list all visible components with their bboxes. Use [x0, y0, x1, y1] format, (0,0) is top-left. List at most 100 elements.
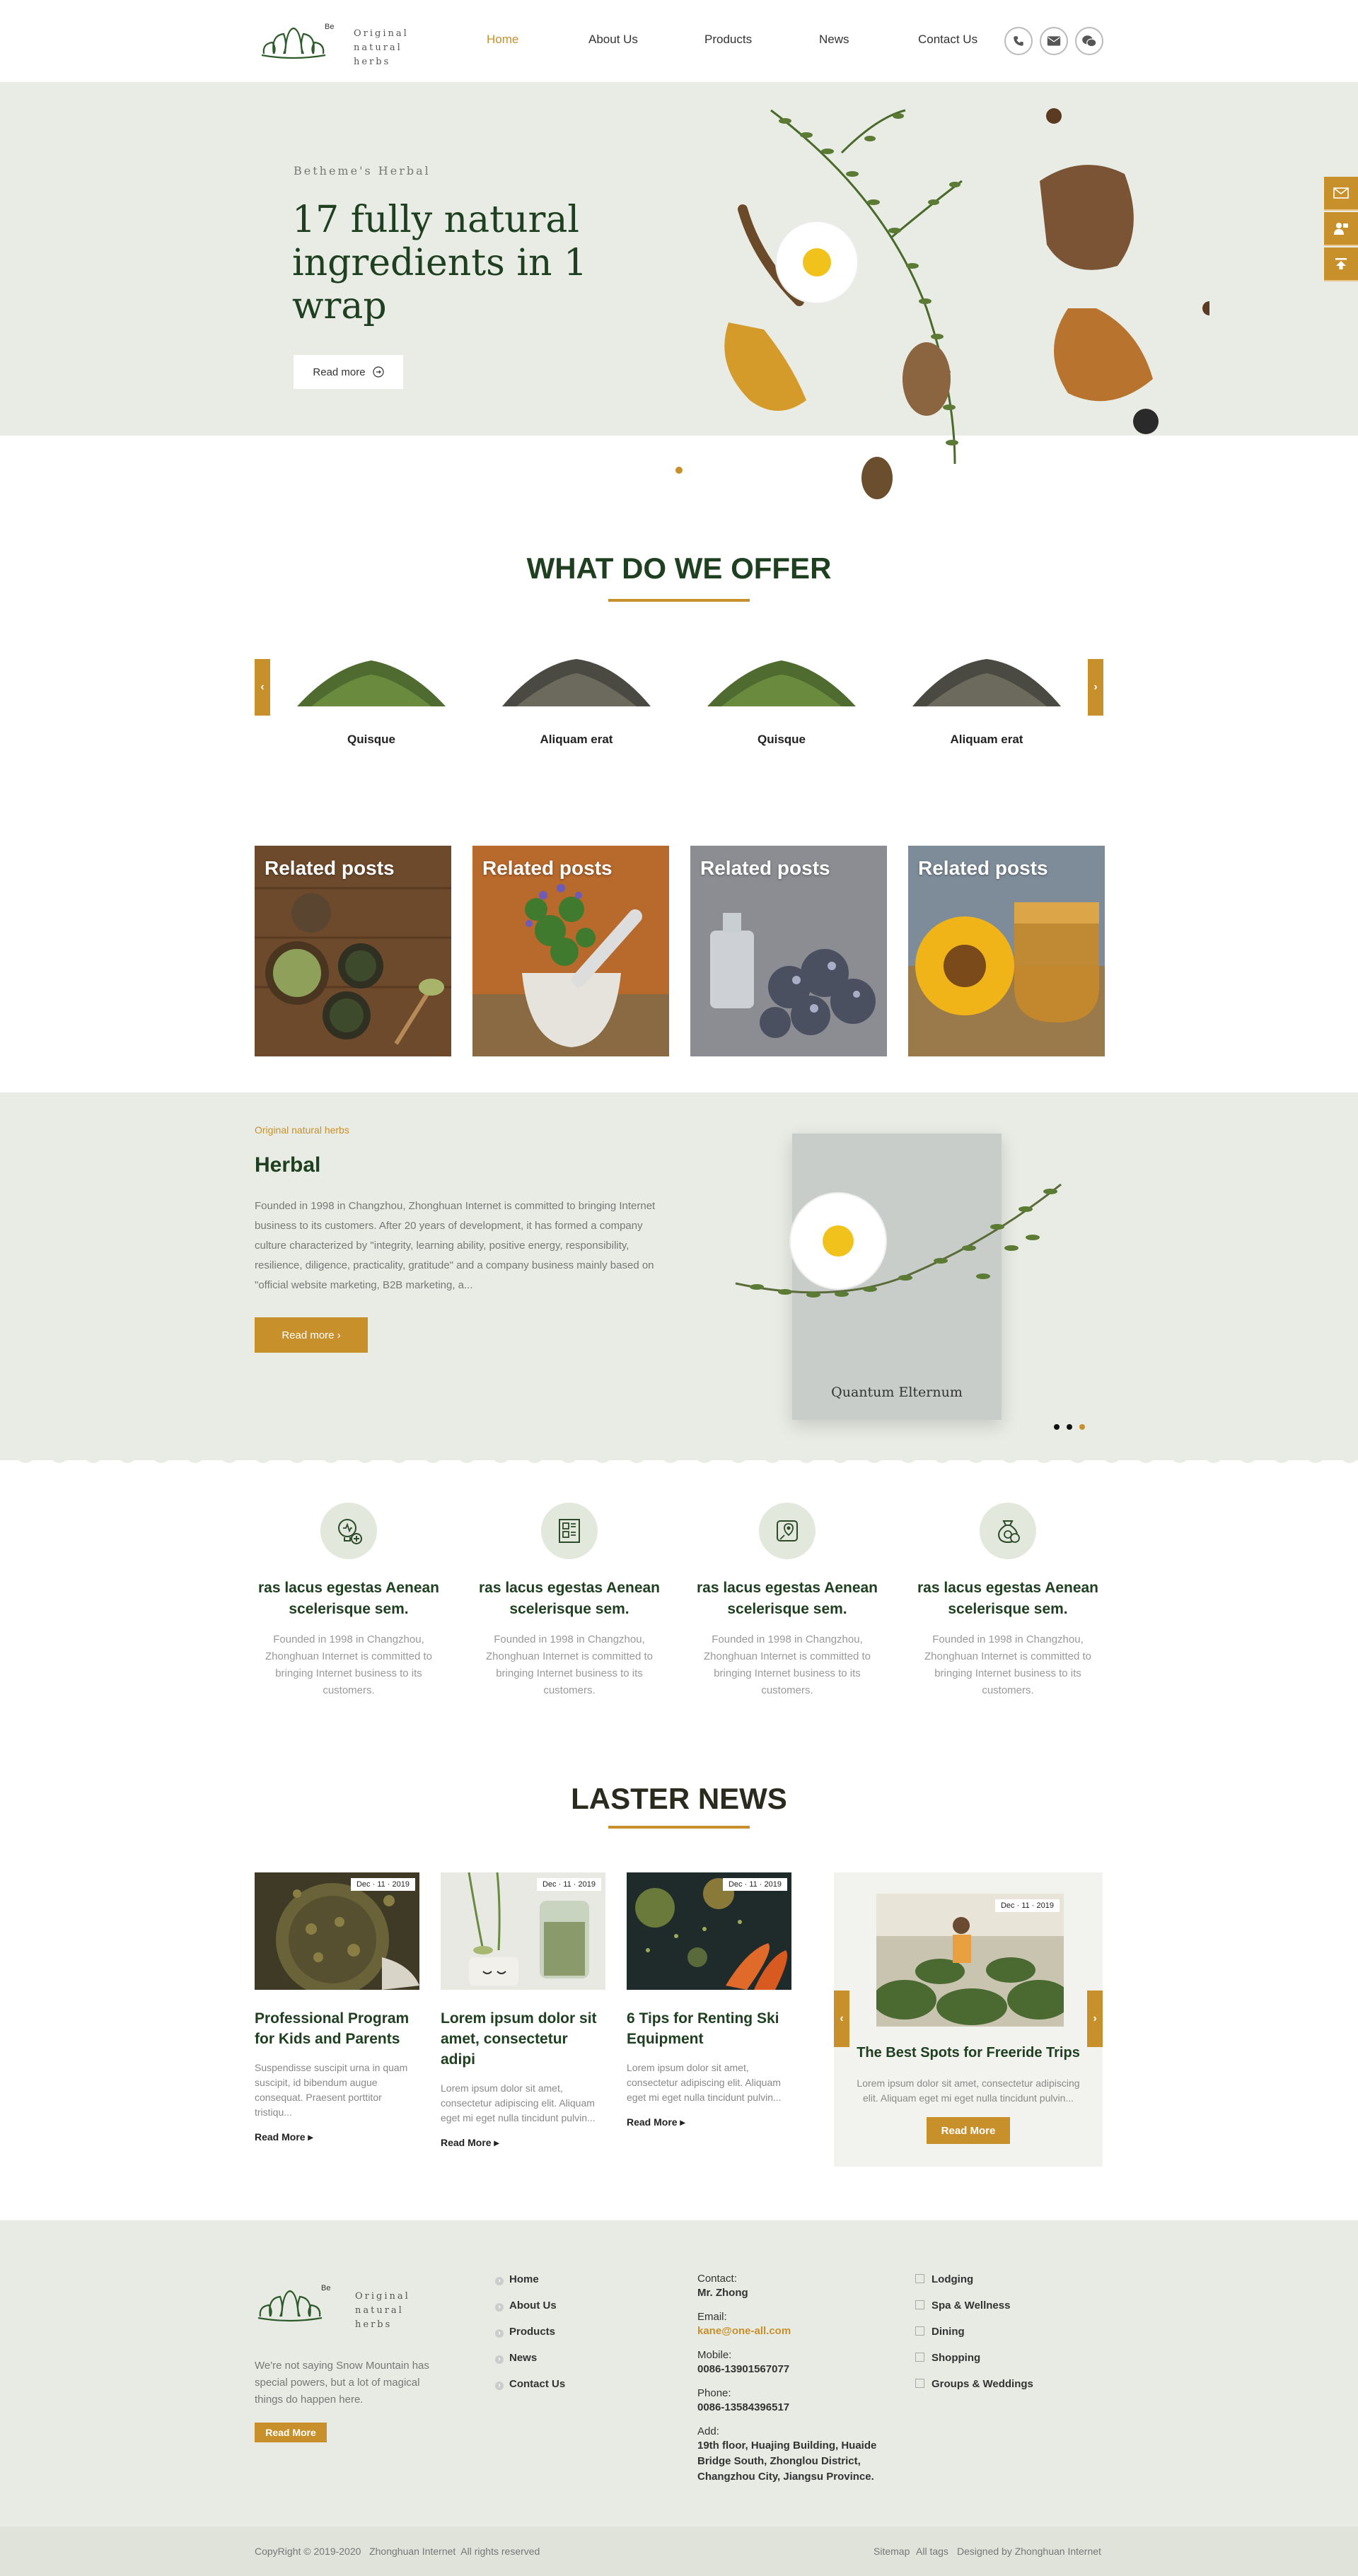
footer-link-products[interactable]: Products: [495, 2326, 555, 2338]
related-post-card[interactable]: Related posts: [472, 846, 669, 1056]
footer-logo[interactable]: Be Original natural herbs: [255, 2283, 439, 2330]
feature-icon-wrap: [980, 1503, 1036, 1559]
herbal-read-more-button[interactable]: Read more ›: [255, 1317, 368, 1353]
feature-desc: Founded in 1998 in Changzhou, Zhonghuan …: [704, 1633, 871, 1696]
related-post-card[interactable]: Related posts: [908, 846, 1105, 1056]
footer-logo-line2: natural herbs: [355, 2305, 404, 2330]
news-next-button[interactable]: ›: [1087, 1991, 1103, 2047]
feature-desc: Founded in 1998 in Changzhou, Zhonghuan …: [486, 1633, 653, 1696]
designed-by-link[interactable]: Designed by Zhonghuan Internet: [957, 2546, 1101, 2557]
related-post-card[interactable]: Related posts: [690, 846, 887, 1056]
slider-dot[interactable]: [1067, 1424, 1072, 1430]
footer-link-about-us[interactable]: About Us: [495, 2300, 557, 2312]
hero-eyebrow: Betheme's Herbal: [294, 164, 431, 177]
product-card[interactable]: Aliquam erat: [495, 653, 658, 752]
logo-line2: natural herbs: [354, 42, 402, 67]
news-desc: Suspendisse suscipit urna in quam suscip…: [255, 2062, 408, 2118]
herbal-section: Original natural herbs Herbal Founded in…: [0, 1092, 1358, 1460]
slider-dot-active[interactable]: [1079, 1424, 1085, 1430]
money-bag-icon: [998, 1520, 1020, 1544]
hero-button-label: Read more: [313, 366, 366, 378]
footer-link-home[interactable]: Home: [495, 2273, 539, 2285]
news-read-more-link[interactable]: Read More ▸: [255, 2131, 419, 2143]
product-card[interactable]: Quisque: [290, 653, 453, 752]
bulb-plus-icon: [338, 1519, 362, 1544]
site-footer: Be Original natural herbs We're not sayi…: [0, 2220, 1358, 2527]
footer-service-dining[interactable]: Dining: [915, 2326, 965, 2338]
product-label: Aliquam erat: [540, 733, 613, 746]
copyright-text: CopyRight © 2019-2020 Zhonghuan Internet…: [255, 2546, 540, 2557]
hero-title: 17 fully natural ingredients in 1 wrap: [292, 199, 588, 327]
news-card[interactable]: Dec · 11 · 2019 6 Tips for Renting Ski E…: [627, 1872, 791, 2128]
footer-logo-line1: Original: [355, 2291, 410, 2302]
side-back-to-top-button[interactable]: [1324, 247, 1358, 281]
footer-service-lodging[interactable]: Lodging: [915, 2273, 973, 2285]
site-header: Be Original natural herbs Home About Us …: [0, 0, 1358, 82]
herbal-body: Founded in 1998 in Changzhou, Zhonghuan …: [255, 1200, 656, 1291]
nav-contact-us[interactable]: Contact Us: [918, 33, 977, 47]
all-tags-link[interactable]: All tags: [916, 2546, 948, 2557]
news-card[interactable]: Dec · 11 · 2019 Lorem ipsum dolor sit am…: [441, 1872, 605, 2149]
feature-title: ras lacus egestas Aenean scelerisque sem…: [917, 1580, 1099, 1617]
dark-herb-pile-image: [502, 659, 651, 706]
wechat-button[interactable]: [1075, 27, 1103, 55]
footer-phone-label: Phone:: [697, 2387, 731, 2399]
side-support-button[interactable]: [1324, 212, 1358, 246]
footer-contact-value: Mr. Zhong: [697, 2287, 748, 2299]
offer-prev-button[interactable]: ‹: [255, 659, 270, 716]
hero-read-more-button[interactable]: Read more: [294, 355, 403, 389]
slider-dot[interactable]: [1054, 1424, 1060, 1430]
featured-read-more-button[interactable]: Read More: [927, 2117, 1010, 2144]
offer-next-button[interactable]: ›: [1088, 659, 1103, 716]
chevron-right-icon: ›: [337, 1329, 341, 1341]
footer-link-news[interactable]: News: [495, 2352, 537, 2364]
news-card[interactable]: Dec · 11 · 2019 Professional Program for…: [255, 1872, 419, 2143]
mail-button[interactable]: [1040, 27, 1068, 55]
arrow-right-icon: ›: [1093, 2012, 1097, 2024]
nav-home[interactable]: Home: [487, 33, 518, 47]
wechat-icon: [1082, 35, 1097, 47]
feature-icon-wrap: [320, 1503, 377, 1559]
hero-herbs-image: [724, 108, 1209, 499]
hero-slide-dot[interactable]: [675, 467, 683, 474]
arrow-right-icon: ›: [1093, 681, 1098, 693]
phone-button[interactable]: [1004, 27, 1033, 55]
product-card[interactable]: Aliquam erat: [905, 653, 1068, 752]
news-read-more-label: Read More: [627, 2116, 678, 2128]
offer-title: WHAT DO WE OFFER: [526, 552, 832, 585]
news-date: Dec · 11 · 2019: [722, 1878, 787, 1891]
side-message-button[interactable]: [1324, 177, 1358, 211]
logo[interactable]: Be Original natural herbs: [258, 20, 442, 67]
news-read-more-link[interactable]: Read More ▸: [627, 2116, 791, 2128]
sitemap-link[interactable]: Sitemap: [874, 2546, 910, 2557]
featured-news-card[interactable]: Dec · 11 · 2019 The Best Spots for Freer…: [834, 1872, 1103, 2167]
nav-about-us[interactable]: About Us: [588, 33, 638, 47]
related-post-label: Related posts: [265, 857, 395, 879]
feature-desc: Founded in 1998 in Changzhou, Zhonghuan …: [265, 1633, 432, 1696]
footer-email-label: Email:: [697, 2311, 727, 2323]
featured-news-image: Dec · 11 · 2019: [876, 1894, 1064, 2027]
news-read-more-link[interactable]: Read More ▸: [441, 2137, 605, 2149]
logo-fan-icon: [257, 2290, 323, 2322]
nav-products[interactable]: Products: [704, 33, 752, 47]
news-date: Dec · 11 · 2019: [350, 1878, 415, 1891]
footer-service-groups[interactable]: Groups & Weddings: [915, 2378, 1033, 2390]
news-title: 6 Tips for Renting Ski Equipment: [627, 2010, 779, 2047]
news-prev-button[interactable]: ‹: [834, 1991, 849, 2047]
product-card[interactable]: Quisque: [700, 653, 863, 752]
footer-email-link[interactable]: kane@one-all.com: [697, 2324, 791, 2339]
nav-news[interactable]: News: [819, 33, 849, 47]
related-post-card[interactable]: Related posts: [255, 846, 451, 1056]
footer-mobile-value: 0086-13901567077: [697, 2363, 790, 2375]
news-title: Professional Program for Kids and Parent…: [255, 2010, 410, 2047]
footer-link-contact-us[interactable]: Contact Us: [495, 2378, 565, 2390]
logo-fan-icon: [261, 27, 326, 59]
herbal-eyebrow: Original natural herbs: [255, 1124, 349, 1136]
footer-service-shopping[interactable]: Shopping: [915, 2352, 980, 2364]
footer-service-spa[interactable]: Spa & Wellness: [915, 2300, 1010, 2312]
featured-news-date: Dec · 11 · 2019: [994, 1899, 1060, 1912]
footer-read-more-button[interactable]: Read More: [255, 2423, 327, 2442]
arrow-circle-icon: [372, 366, 384, 378]
footer-logo-mark: Be: [321, 2284, 331, 2292]
green-herb-pile-image: [297, 660, 446, 706]
